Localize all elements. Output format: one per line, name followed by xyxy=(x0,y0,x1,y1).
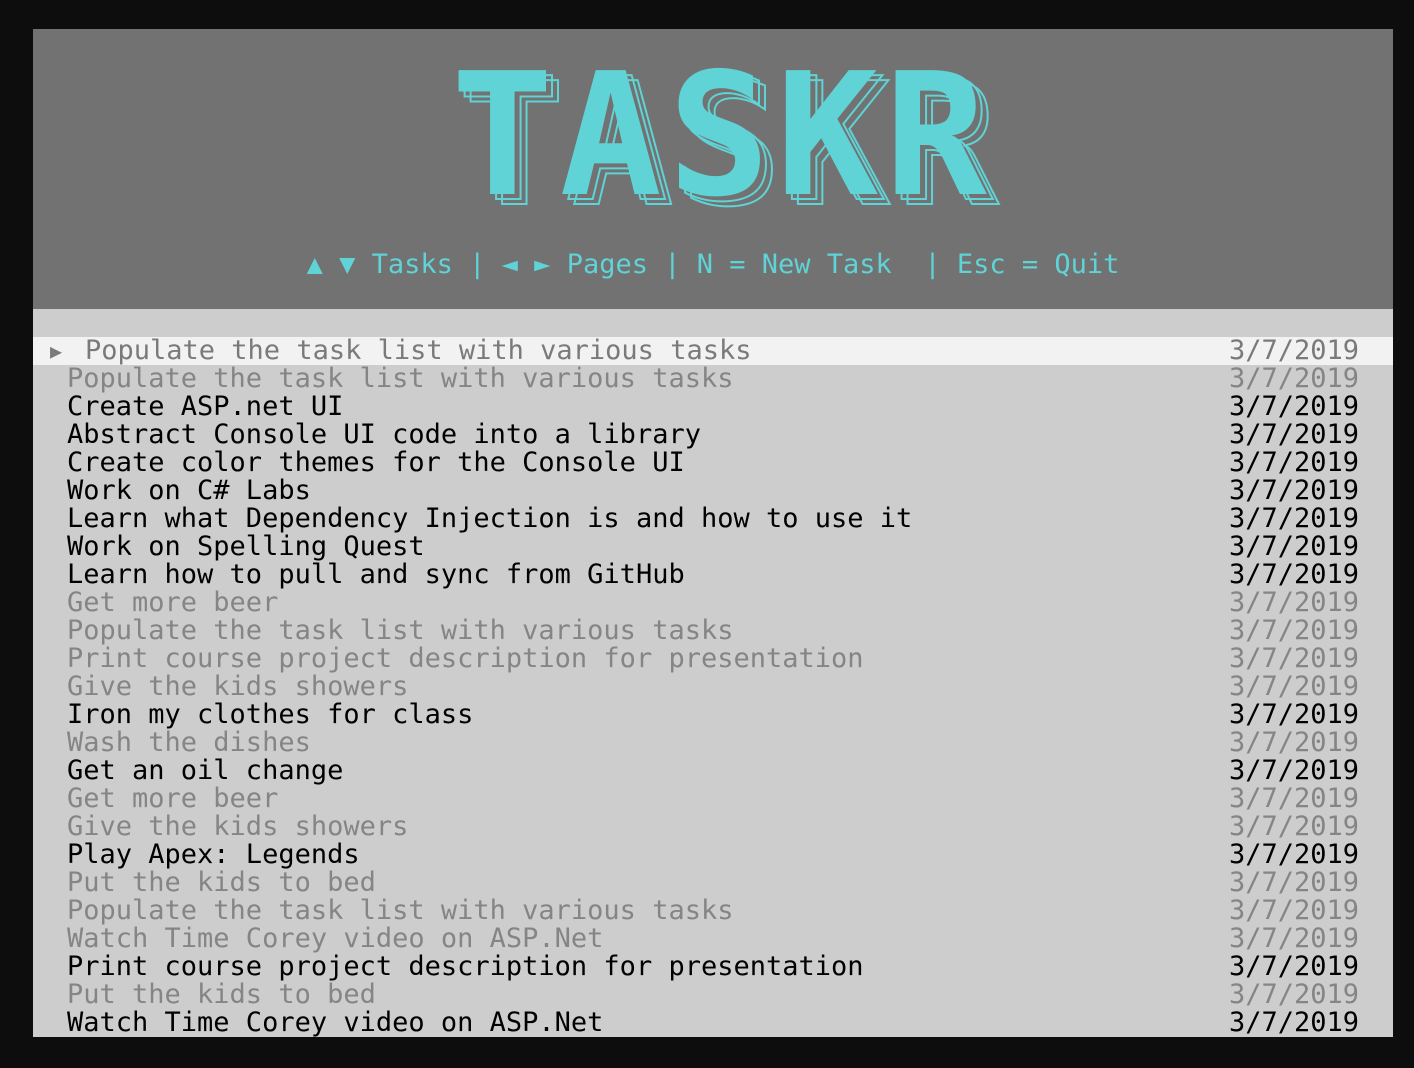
task-date: 3/7/2019 xyxy=(1228,783,1359,814)
task-row[interactable]: Get an oil change 3/7/2019 xyxy=(33,757,1393,785)
task-title: Abstract Console UI code into a library xyxy=(67,419,701,450)
task-date: 3/7/2019 xyxy=(1228,979,1359,1010)
task-date: 3/7/2019 xyxy=(1228,727,1359,758)
task-row[interactable]: Get more beer 3/7/2019 xyxy=(33,589,1393,617)
task-row[interactable]: Populate the task list with various task… xyxy=(33,897,1393,925)
task-date: 3/7/2019 xyxy=(1228,391,1359,422)
task-title: Populate the task list with various task… xyxy=(67,363,734,394)
task-date: 3/7/2019 xyxy=(1228,895,1359,926)
task-date: 3/7/2019 xyxy=(1228,447,1359,478)
task-date: 3/7/2019 xyxy=(1228,335,1359,366)
task-date: 3/7/2019 xyxy=(1228,839,1359,870)
task-date: 3/7/2019 xyxy=(1228,671,1359,702)
task-date: 3/7/2019 xyxy=(1228,531,1359,562)
console-window: TASKR TASKR TASKR ▲ ▼ Tasks | ◄ ► Pages … xyxy=(33,29,1393,1037)
task-date: 3/7/2019 xyxy=(1228,643,1359,674)
task-row[interactable]: Watch Time Corey video on ASP.Net 3/7/201… xyxy=(33,1009,1393,1037)
task-date: 3/7/2019 xyxy=(1228,699,1359,730)
task-title: Put the kids to bed xyxy=(67,867,376,898)
task-row[interactable]: Work on Spelling Quest 3/7/2019 xyxy=(33,533,1393,561)
task-date: 3/7/2019 xyxy=(1228,615,1359,646)
task-title: Get more beer xyxy=(67,587,279,618)
task-title: Print course project description for pre… xyxy=(67,951,864,982)
task-row[interactable]: Create ASP.net UI 3/7/2019 xyxy=(33,393,1393,421)
task-title: Learn what Dependency Injection is and h… xyxy=(67,503,913,534)
task-row[interactable]: Work on C# Labs 3/7/2019 xyxy=(33,477,1393,505)
task-row[interactable]: Put the kids to bed 3/7/2019 xyxy=(33,981,1393,1009)
task-title: Watch Time Corey video on ASP.Net xyxy=(67,923,604,954)
task-title: Iron my clothes for class xyxy=(67,699,474,730)
task-title: Work on Spelling Quest xyxy=(67,531,425,562)
task-row[interactable]: Give the kids showers 3/7/2019 xyxy=(33,813,1393,841)
task-title: Create ASP.net UI xyxy=(67,391,344,422)
task-date: 3/7/2019 xyxy=(1228,923,1359,954)
task-title: Wash the dishes xyxy=(67,727,311,758)
task-row[interactable]: Get more beer 3/7/2019 xyxy=(33,785,1393,813)
task-list[interactable]: ▶ Populate the task list with various tas… xyxy=(33,337,1393,1037)
task-row[interactable]: Print course project description for pre… xyxy=(33,645,1393,673)
task-row[interactable]: Populate the task list with various task… xyxy=(33,617,1393,645)
task-row[interactable]: Play Apex: Legends 3/7/2019 xyxy=(33,841,1393,869)
task-date: 3/7/2019 xyxy=(1228,587,1359,618)
selection-arrow-icon: ▶ xyxy=(50,339,63,363)
task-row[interactable]: ▶ Populate the task list with various tas… xyxy=(33,337,1393,365)
task-row[interactable]: Abstract Console UI code into a library 3… xyxy=(33,421,1393,449)
task-title: Give the kids showers xyxy=(67,671,409,702)
task-row[interactable]: Wash the dishes 3/7/2019 xyxy=(33,729,1393,757)
task-title: Learn how to pull and sync from GitHub xyxy=(67,559,685,590)
logo-title: TASKR xyxy=(451,37,993,235)
task-row[interactable]: Give the kids showers 3/7/2019 xyxy=(33,673,1393,701)
task-title: Give the kids showers xyxy=(67,811,409,842)
task-title: Create color themes for the Console UI xyxy=(67,447,685,478)
task-date: 3/7/2019 xyxy=(1228,475,1359,506)
task-row[interactable]: Print course project description for pre… xyxy=(33,953,1393,981)
task-date: 3/7/2019 xyxy=(1228,503,1359,534)
task-title: Print course project description for pre… xyxy=(67,643,864,674)
task-date: 3/7/2019 xyxy=(1228,559,1359,590)
task-row[interactable]: Learn how to pull and sync from GitHub 3/… xyxy=(33,561,1393,589)
task-date: 3/7/2019 xyxy=(1228,811,1359,842)
task-row[interactable]: Iron my clothes for class 3/7/2019 xyxy=(33,701,1393,729)
task-row[interactable]: Populate the task list with various task… xyxy=(33,365,1393,393)
keyboard-hints: ▲ ▼ Tasks | ◄ ► Pages | N = New Task | E… xyxy=(306,249,1120,280)
task-title: Work on C# Labs xyxy=(67,475,311,506)
header: TASKR TASKR TASKR ▲ ▼ Tasks | ◄ ► Pages … xyxy=(33,29,1393,309)
task-title: Populate the task list with various task… xyxy=(67,895,734,926)
task-row[interactable]: Learn what Dependency Injection is and h… xyxy=(33,505,1393,533)
task-title: Get an oil change xyxy=(67,755,344,786)
task-date: 3/7/2019 xyxy=(1228,419,1359,450)
task-date: 3/7/2019 xyxy=(1228,867,1359,898)
task-date: 3/7/2019 xyxy=(1228,755,1359,786)
task-title: Get more beer xyxy=(67,783,279,814)
task-date: 3/7/2019 xyxy=(1228,363,1359,394)
app-logo: TASKR TASKR TASKR xyxy=(372,37,1072,235)
task-title: Populate the task list with various task… xyxy=(85,335,752,366)
task-title: Populate the task list with various task… xyxy=(67,615,734,646)
task-row[interactable]: Watch Time Corey video on ASP.Net 3/7/201… xyxy=(33,925,1393,953)
task-row[interactable]: Create color themes for the Console UI 3/… xyxy=(33,449,1393,477)
task-title: Play Apex: Legends xyxy=(67,839,360,870)
task-title: Put the kids to bed xyxy=(67,979,376,1010)
task-title: Watch Time Corey video on ASP.Net xyxy=(67,1007,604,1037)
task-date: 3/7/2019 xyxy=(1228,1007,1359,1037)
task-row[interactable]: Put the kids to bed 3/7/2019 xyxy=(33,869,1393,897)
task-date: 3/7/2019 xyxy=(1228,951,1359,982)
